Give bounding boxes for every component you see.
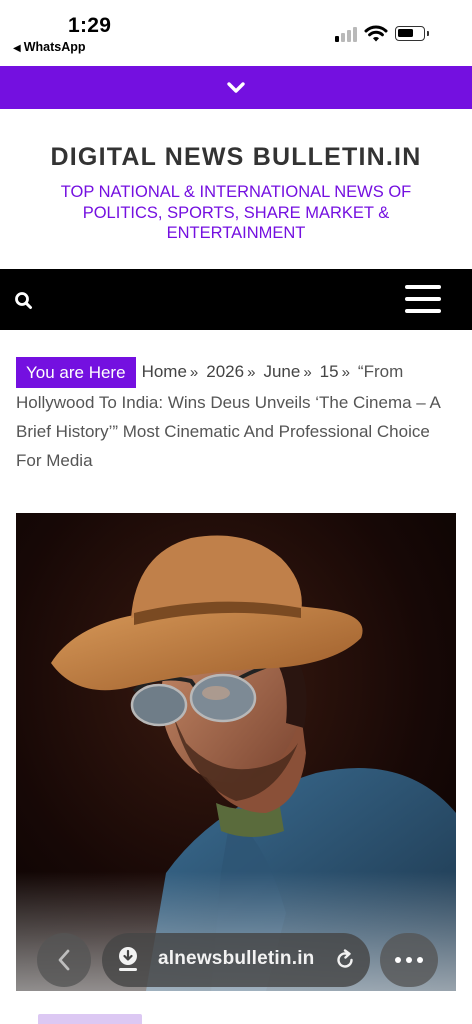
breadcrumb-item-month[interactable]: June» bbox=[263, 362, 319, 381]
search-icon[interactable] bbox=[14, 291, 34, 311]
reload-icon[interactable] bbox=[334, 949, 356, 971]
back-to-app-link[interactable]: ◀ WhatsApp bbox=[13, 40, 86, 54]
post-meta-tag bbox=[38, 1014, 142, 1024]
hamburger-menu-icon[interactable] bbox=[405, 285, 441, 313]
more-dot-icon bbox=[395, 957, 401, 963]
breadcrumb-label: You are Here bbox=[16, 357, 136, 388]
breadcrumb-month-text[interactable]: June bbox=[263, 362, 300, 381]
breadcrumb-home-text[interactable]: Home bbox=[142, 362, 187, 381]
cellular-signal-icon bbox=[335, 26, 359, 42]
more-dot-icon bbox=[417, 957, 423, 963]
site-title-link[interactable]: DIGITAL NEWS BULLETIN.IN bbox=[0, 143, 472, 172]
back-triangle-icon: ◀ bbox=[13, 43, 21, 54]
breadcrumb-separator: » bbox=[341, 364, 350, 381]
breadcrumb-separator: » bbox=[247, 364, 256, 381]
battery-icon bbox=[395, 26, 429, 41]
breadcrumb-day-text[interactable]: 15 bbox=[320, 362, 339, 381]
breadcrumb-item-year[interactable]: 2026» bbox=[206, 362, 263, 381]
download-icon[interactable] bbox=[116, 946, 144, 974]
more-options-button[interactable] bbox=[380, 933, 438, 987]
wifi-icon bbox=[364, 25, 388, 42]
status-time: 1:29 bbox=[68, 14, 112, 37]
top-bar-toggle-button[interactable] bbox=[0, 66, 472, 109]
back-app-label: WhatsApp bbox=[23, 40, 86, 54]
chevron-down-icon bbox=[227, 81, 245, 93]
site-header: DIGITAL NEWS BULLETIN.IN TOP NATIONAL & … bbox=[0, 109, 472, 269]
more-dot-icon bbox=[406, 957, 412, 963]
main-navigation-bar bbox=[0, 269, 472, 330]
status-bar: 1:29 ◀ WhatsApp bbox=[0, 0, 472, 62]
breadcrumb-separator: » bbox=[189, 364, 199, 381]
address-bar[interactable]: alnewsbulletin.in bbox=[102, 933, 370, 987]
breadcrumb-item-home[interactable]: Home» bbox=[142, 362, 207, 381]
browser-back-button[interactable] bbox=[37, 933, 91, 987]
chevron-left-icon bbox=[58, 949, 70, 971]
breadcrumb-year-text[interactable]: 2026 bbox=[206, 362, 244, 381]
site-tagline: TOP NATIONAL & INTERNATIONAL NEWS OF POL… bbox=[60, 183, 412, 242]
breadcrumb: You are Here Home» 2026» June» 15» “From Holl… bbox=[16, 357, 456, 475]
url-text[interactable]: alnewsbulletin.in bbox=[158, 948, 314, 970]
breadcrumb-separator: » bbox=[303, 364, 312, 381]
breadcrumb-item-day[interactable]: 15» bbox=[320, 362, 358, 381]
article-featured-image bbox=[16, 513, 456, 991]
